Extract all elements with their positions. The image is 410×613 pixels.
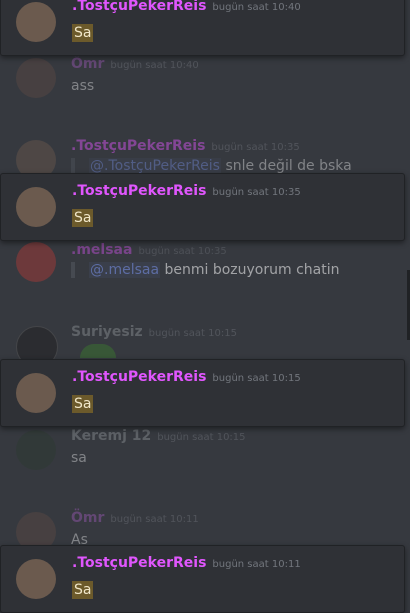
quote-block: @.melsaa benmi bozuyorum chatin: [71, 262, 340, 278]
timestamp: bugün saat 10:15: [212, 373, 301, 384]
author-label[interactable]: Ömr: [71, 56, 104, 72]
highlighted-text: Sa: [72, 581, 94, 599]
message-item: .TostçuPekerReis bugün saat 10:35 @.Tostç…: [0, 134, 410, 180]
user-mention[interactable]: @.melsaa: [89, 262, 161, 278]
message-text: Sa: [72, 209, 94, 227]
message-item: Ömr bugün saat 10:11 As: [0, 506, 410, 552]
timestamp: bugün saat 10:11: [212, 559, 301, 570]
author-name[interactable]: Suriyesiz bugün saat 10:15: [71, 324, 237, 340]
highlighted-text: Sa: [72, 24, 94, 42]
author-label[interactable]: .TostçuPekerReis: [72, 0, 206, 14]
avatar[interactable]: [16, 187, 56, 227]
highlighted-message[interactable]: .TostçuPekerReis bugün saat 10:35 Sa: [0, 173, 405, 241]
message-text: ass: [71, 78, 95, 94]
timestamp: bugün saat 10:40: [212, 2, 301, 13]
message-text: Sa: [72, 395, 94, 413]
quote-text: snle değil de bska: [225, 158, 352, 174]
message-item: Ömr bugün saat 10:40 ass: [0, 52, 410, 102]
author-name[interactable]: .TostçuPekerReis bugün saat 10:35: [72, 183, 301, 199]
author-name[interactable]: Ömr bugün saat 10:11: [71, 510, 199, 526]
message-item: Suriyesiz bugün saat 10:15: [0, 320, 410, 368]
highlighted-message[interactable]: .TostçuPekerReis bugün saat 10:40 Sa: [0, 0, 405, 56]
message-item: Keremj 12 bugün saat 10:15 sa: [0, 424, 410, 474]
timestamp: bugün saat 10:11: [110, 514, 199, 525]
author-name[interactable]: .melsaa bugün saat 10:35: [71, 242, 227, 258]
timestamp: bugün saat 10:15: [157, 432, 246, 443]
author-label[interactable]: .TostçuPekerReis: [71, 138, 205, 154]
author-label[interactable]: Ömr: [71, 510, 104, 526]
highlighted-message[interactable]: .TostçuPekerReis bugün saat 10:11 Sa: [0, 545, 405, 613]
author-name[interactable]: .TostçuPekerReis bugün saat 10:35: [71, 138, 300, 154]
author-label[interactable]: .TostçuPekerReis: [72, 555, 206, 571]
highlighted-text: Sa: [72, 209, 94, 227]
highlighted-message[interactable]: .TostçuPekerReis bugün saat 10:15 Sa: [0, 359, 405, 427]
author-label[interactable]: .TostçuPekerReis: [72, 369, 206, 385]
message-text: sa: [71, 450, 87, 466]
message-text: Sa: [72, 581, 94, 599]
timestamp: bugün saat 10:40: [110, 60, 199, 71]
author-label[interactable]: .melsaa: [71, 242, 132, 258]
author-name[interactable]: .TostçuPekerReis bugün saat 10:11: [72, 555, 301, 571]
quote-text: benmi bozuyorum chatin: [164, 262, 340, 278]
avatar[interactable]: [16, 559, 56, 599]
user-mention[interactable]: @.TostçuPekerReis: [89, 158, 221, 174]
timestamp: bugün saat 10:35: [212, 187, 301, 198]
timestamp: bugün saat 10:15: [148, 328, 237, 339]
avatar[interactable]: [16, 2, 56, 42]
message-text: Sa: [72, 24, 94, 42]
quote-block: @.TostçuPekerReis snle değil de bska: [71, 158, 352, 174]
avatar[interactable]: [16, 430, 56, 470]
author-label[interactable]: .TostçuPekerReis: [72, 183, 206, 199]
author-name[interactable]: Ömr bugün saat 10:40: [71, 56, 199, 72]
message-item: .melsaa bugün saat 10:35 @.melsaa benmi b…: [0, 242, 410, 292]
avatar[interactable]: [16, 58, 56, 98]
avatar[interactable]: [16, 242, 56, 282]
author-label[interactable]: Keremj 12: [71, 428, 151, 444]
author-name[interactable]: .TostçuPekerReis bugün saat 10:15: [72, 369, 301, 385]
timestamp: bugün saat 10:35: [211, 142, 300, 153]
timestamp: bugün saat 10:35: [138, 246, 227, 257]
author-name[interactable]: .TostçuPekerReis bugün saat 10:40: [72, 0, 301, 14]
author-name[interactable]: Keremj 12 bugün saat 10:15: [71, 428, 246, 444]
avatar[interactable]: [16, 373, 56, 413]
author-label[interactable]: Suriyesiz: [71, 324, 143, 340]
highlighted-text: Sa: [72, 395, 94, 413]
sticker-image: [80, 344, 116, 358]
